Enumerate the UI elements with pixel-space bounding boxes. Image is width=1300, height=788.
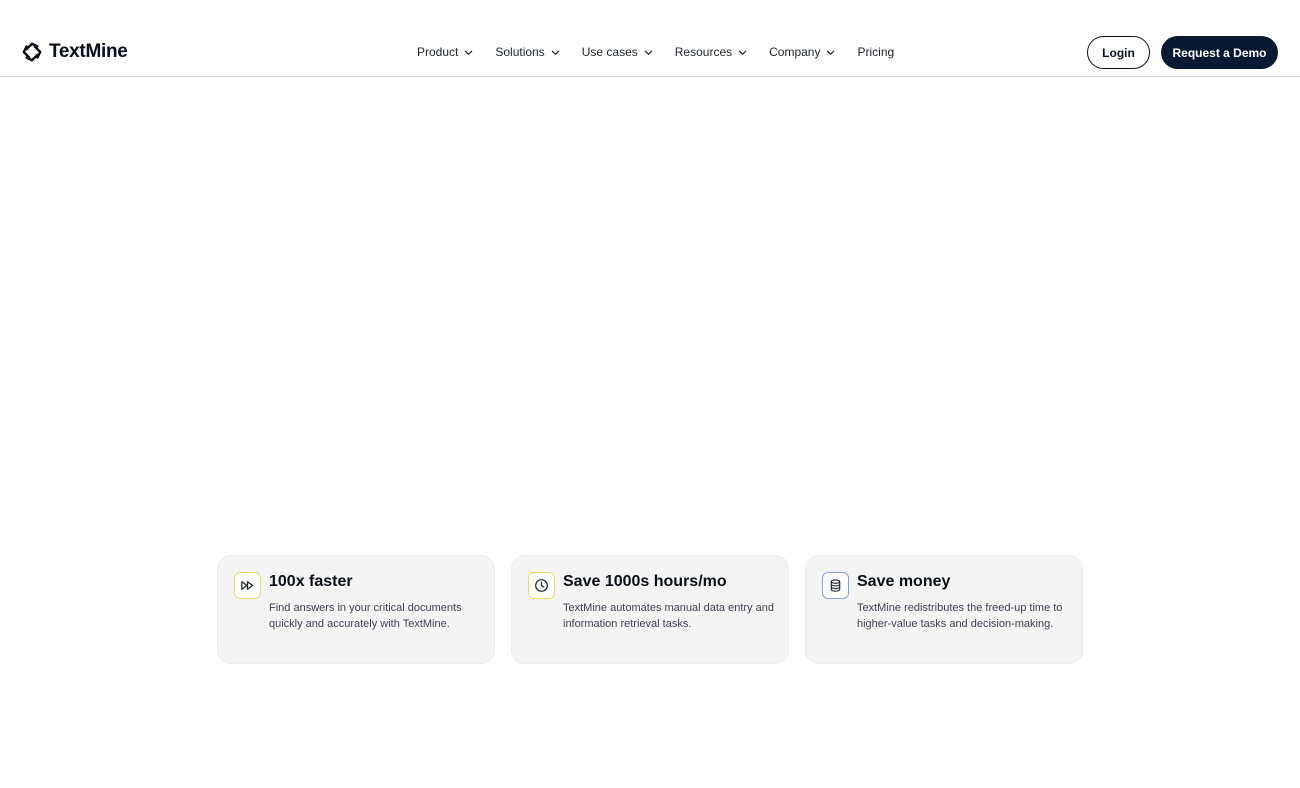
nav-label: Use cases [581, 45, 638, 59]
chevron-down-icon [551, 50, 559, 55]
feature-title: Save money [857, 573, 951, 590]
feature-description: TextMine redistributes the freed-up time… [857, 602, 1063, 630]
feature-description: Find answers in your critical documents … [269, 602, 462, 630]
nav-item-resources[interactable]: Resources [675, 45, 747, 59]
site-header: TextMine Product Solutions Use cases Res… [0, 0, 1300, 77]
textmine-logo-icon [22, 42, 42, 62]
request-demo-button[interactable]: Request a Demo [1161, 36, 1278, 69]
brand-name: TextMine [49, 41, 128, 62]
nav-label: Resources [674, 45, 733, 59]
brand-logo[interactable]: TextMine [21, 40, 128, 64]
nav-label: Company [769, 45, 821, 59]
nav-item-pricing[interactable]: Pricing [857, 45, 894, 59]
feature-card-save-money: Save money TextMine redistributes the fr… [805, 555, 1083, 664]
nav-label: Product [417, 45, 459, 59]
fast-forward-icon [234, 572, 261, 599]
nav-label: Pricing [857, 45, 895, 59]
chevron-down-icon [738, 50, 747, 55]
clock-icon [528, 572, 555, 599]
nav-item-use-cases[interactable]: Use cases [582, 45, 653, 59]
main-nav: Product Solutions Use cases Resources Co… [417, 40, 894, 64]
chevron-down-icon [465, 50, 473, 55]
chevron-down-icon [644, 50, 653, 55]
login-button[interactable]: Login [1087, 36, 1150, 69]
nav-item-product[interactable]: Product [417, 45, 473, 59]
feature-title: Save 1000s hours/mo [563, 573, 727, 590]
nav-label: Solutions [495, 45, 545, 59]
nav-item-company[interactable]: Company [769, 45, 835, 59]
nav-item-solutions[interactable]: Solutions [495, 45, 559, 59]
feature-card-faster: 100x faster Find answers in your critica… [217, 555, 495, 664]
feature-card-save-hours: Save 1000s hours/mo TextMine automates m… [511, 555, 789, 664]
chevron-down-icon [827, 50, 835, 55]
feature-description: TextMine automates manual data entry and… [563, 602, 774, 630]
database-icon [822, 572, 849, 599]
feature-title: 100x faster [269, 573, 353, 590]
